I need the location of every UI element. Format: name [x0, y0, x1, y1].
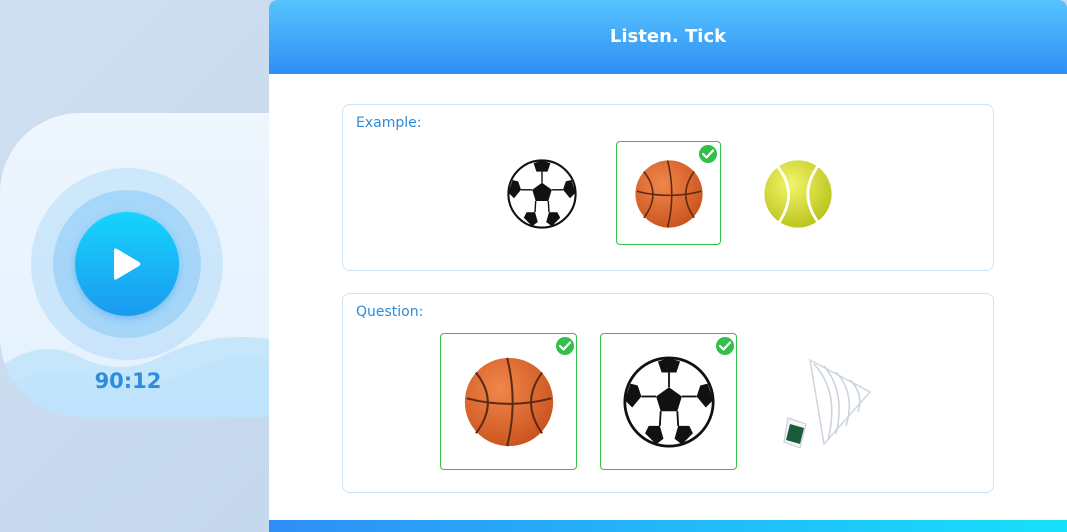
example-option-basketball[interactable]	[616, 141, 721, 245]
soccer-ball-icon	[623, 356, 715, 448]
question-option-basketball[interactable]	[440, 333, 577, 470]
question-label: Question:	[356, 304, 424, 320]
check-icon	[556, 337, 574, 355]
play-button[interactable]	[75, 212, 179, 316]
soccer-ball-icon	[507, 159, 577, 229]
audio-panel: 90:12	[0, 113, 300, 417]
audio-timer: 90:12	[94, 369, 162, 393]
question-option-soccer-ball[interactable]	[600, 333, 737, 470]
example-label: Example:	[356, 115, 422, 131]
shuttlecock-icon	[780, 352, 880, 452]
example-option-tennis-ball[interactable]	[749, 141, 845, 245]
basketball-icon	[634, 159, 704, 229]
check-icon	[716, 337, 734, 355]
example-section: Example:	[342, 104, 994, 271]
play-icon	[114, 248, 141, 280]
example-option-soccer-ball[interactable]	[493, 141, 589, 245]
tennis-ball-icon	[763, 159, 833, 229]
question-option-shuttlecock[interactable]	[761, 333, 898, 470]
basketball-icon	[463, 356, 555, 448]
check-icon	[699, 145, 717, 163]
exercise-card: Listen. Tick Example: Question:	[269, 0, 1067, 532]
card-footer-bar	[269, 520, 1067, 532]
card-title: Listen. Tick	[269, 0, 1067, 74]
question-section: Question:	[342, 293, 994, 493]
